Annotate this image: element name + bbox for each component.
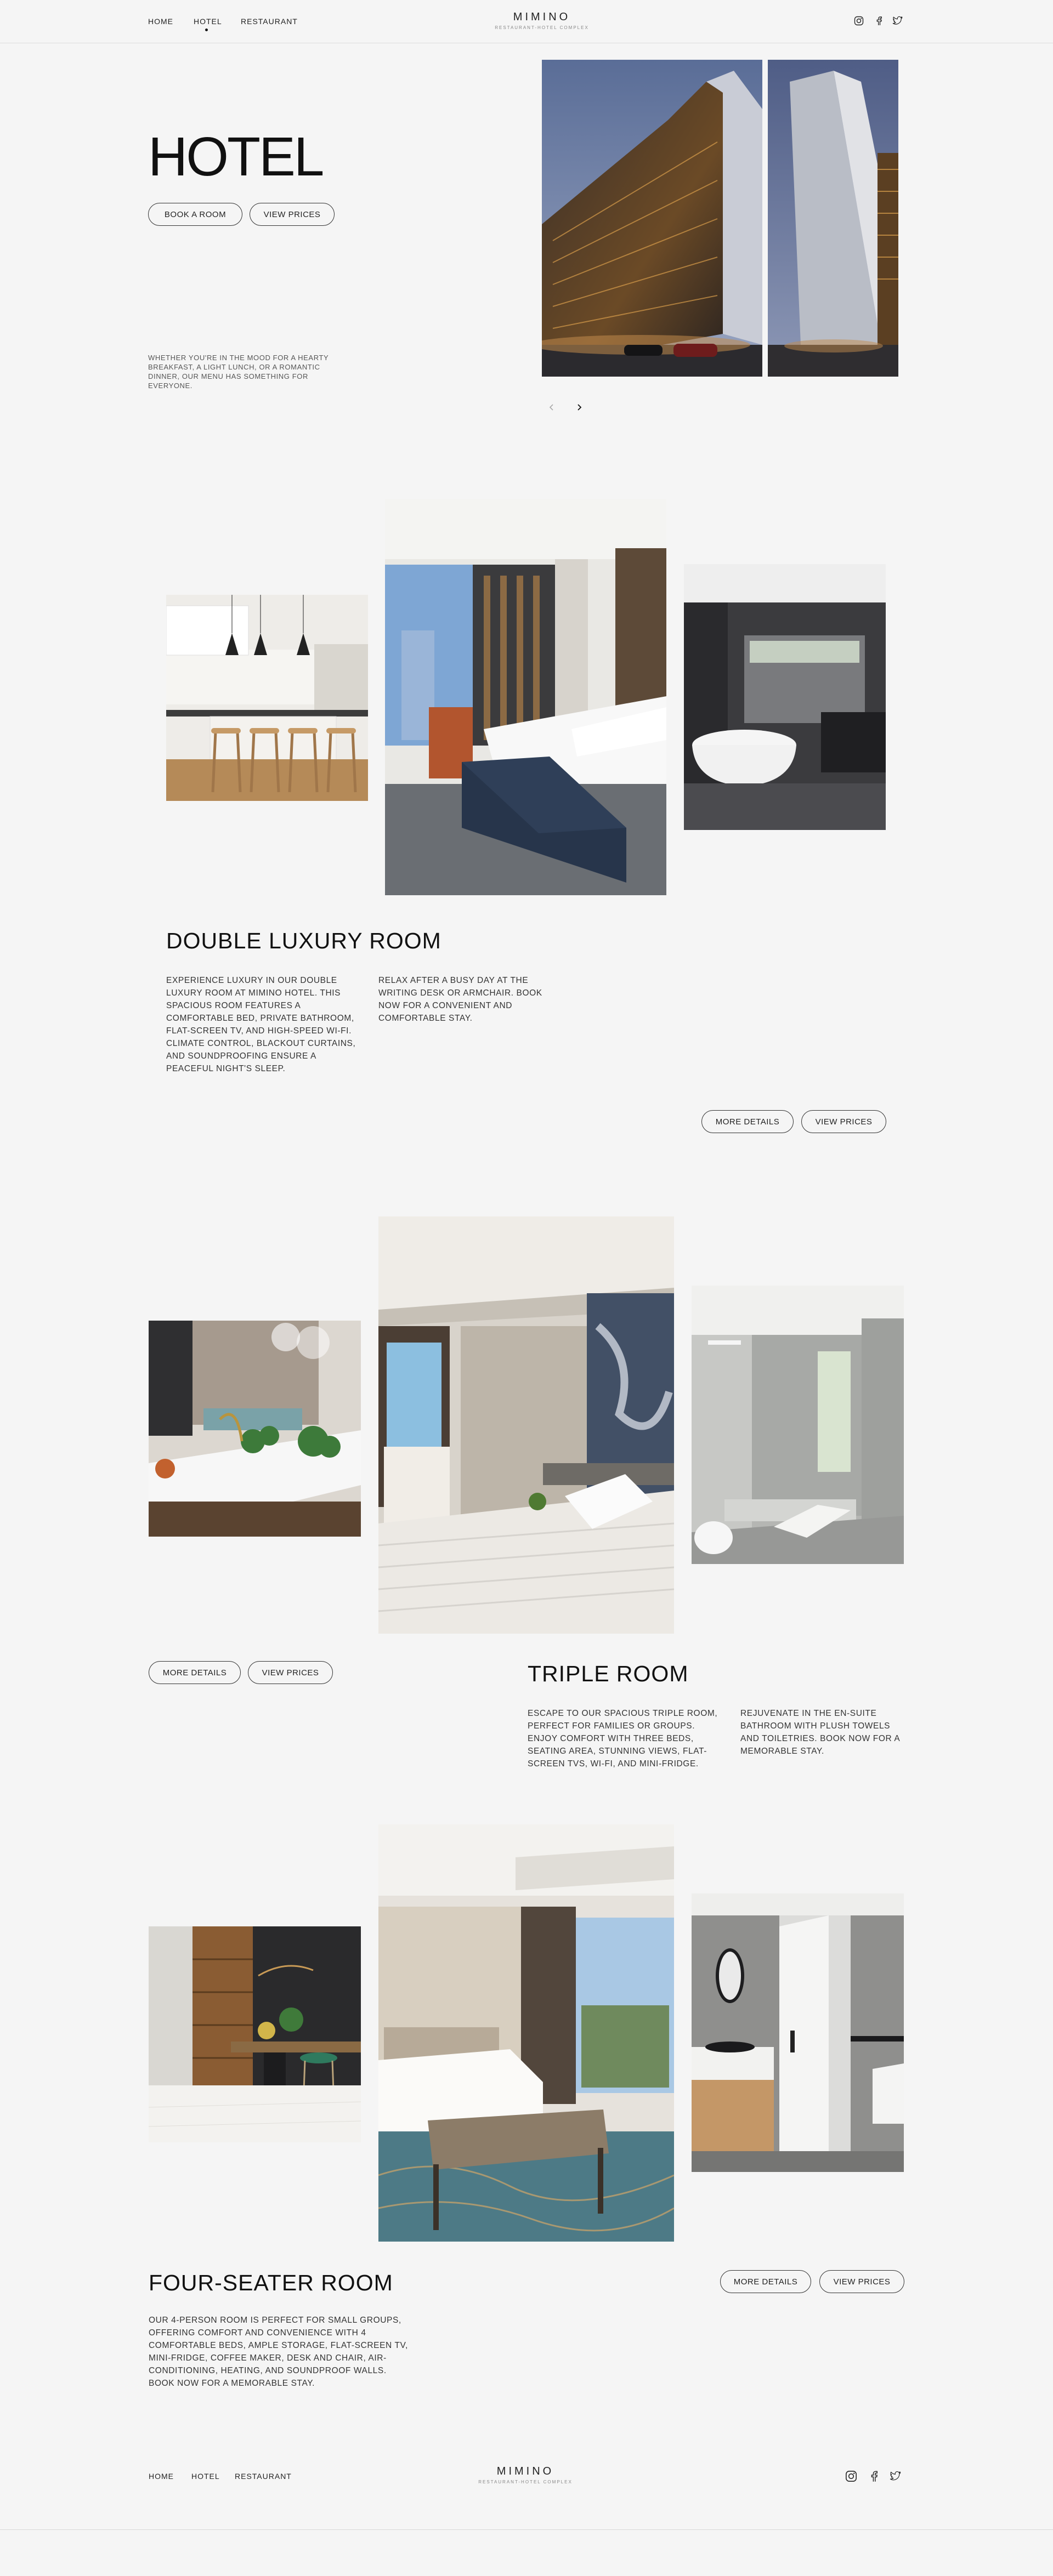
shower-room-image (692, 1286, 904, 1564)
kitchen-image (166, 595, 368, 801)
four-seater-room-title: FOUR-SEATER ROOM (149, 2270, 393, 2295)
footer-logo-name: MIMINO (496, 2465, 554, 2477)
active-nav-indicator (205, 29, 208, 31)
book-room-button[interactable]: BOOK A ROOM (148, 203, 242, 226)
facebook-icon[interactable] (873, 15, 885, 27)
hero-description: WHETHER YOU'RE IN THE MOOD FOR A HEARTY … (148, 354, 329, 390)
kitchen-island-image (149, 1321, 361, 1537)
instagram-icon[interactable] (853, 15, 865, 27)
twitter-icon[interactable] (892, 15, 904, 27)
double-room-view-prices-button[interactable]: VIEW PRICES (801, 1110, 886, 1133)
double-room-title: DOUBLE LUXURY ROOM (166, 928, 441, 953)
carousel-next-arrow-icon[interactable] (574, 402, 585, 413)
dining-area-image (149, 1926, 361, 2142)
four-seater-room-description: OUR 4-PERSON ROOM IS PERFECT FOR SMALL G… (149, 2316, 408, 2388)
four-seater-more-details-button[interactable]: MORE DETAILS (720, 2270, 811, 2293)
footer-twitter-icon[interactable] (890, 2470, 902, 2482)
footer-hotel-link[interactable]: HOTEL (191, 2472, 220, 2481)
nav-hotel-link[interactable]: HOTEL (194, 17, 222, 26)
nav-home-link[interactable]: HOME (148, 17, 173, 26)
logo-tagline: RESTAURANT-HOTEL COMPLEX (495, 25, 589, 30)
footer-logo-tagline: RESTAURANT-HOTEL COMPLEX (478, 2480, 573, 2484)
double-room-description-2: RELAX AFTER A BUSY DAY AT THE WRITING DE… (378, 976, 542, 1023)
site-logo[interactable]: MIMINO RESTAURANT-HOTEL COMPLEX (476, 11, 608, 30)
hotel-building-image (542, 60, 762, 377)
triple-room-title: TRIPLE ROOM (528, 1661, 689, 1686)
triple-room-description: ESCAPE TO OUR SPACIOUS TRIPLE ROOM, PERF… (528, 1709, 718, 1768)
bathroom-image (684, 564, 886, 830)
triple-room-description-2: REJUVENATE IN THE EN-SUITE BATHROOM WITH… (740, 1709, 900, 1756)
double-room-bedroom-image (385, 499, 666, 895)
modern-bathroom-image (692, 1893, 904, 2172)
double-room-more-details-button[interactable]: MORE DETAILS (701, 1110, 794, 1133)
four-seater-view-prices-button[interactable]: VIEW PRICES (819, 2270, 904, 2293)
carousel-prev-arrow-icon[interactable] (546, 402, 557, 413)
hero-view-prices-button[interactable]: VIEW PRICES (250, 203, 335, 226)
site-header: HOME HOTEL RESTAURANT MIMINO RESTAURANT-… (0, 0, 1053, 43)
triple-room-bedroom-image (378, 1216, 674, 1634)
footer-logo[interactable]: MIMINO RESTAURANT-HOTEL COMPLEX (460, 2465, 591, 2484)
triple-room-more-details-button[interactable]: MORE DETAILS (149, 1661, 241, 1684)
logo-name: MIMINO (513, 11, 571, 23)
nav-restaurant-link[interactable]: RESTAURANT (241, 17, 298, 26)
footer-divider (0, 2529, 1053, 2530)
footer-home-link[interactable]: HOME (149, 2472, 174, 2481)
hotel-facade-image (768, 60, 898, 377)
footer-instagram-icon[interactable] (845, 2470, 857, 2482)
page-title: HOTEL (148, 126, 324, 187)
footer-restaurant-link[interactable]: RESTAURANT (235, 2472, 292, 2481)
double-room-description: EXPERIENCE LUXURY IN OUR DOUBLE LUXURY R… (166, 976, 356, 1073)
four-seater-bedroom-image (378, 1824, 674, 2242)
footer-facebook-icon[interactable] (868, 2470, 880, 2482)
triple-room-view-prices-button[interactable]: VIEW PRICES (248, 1661, 333, 1684)
